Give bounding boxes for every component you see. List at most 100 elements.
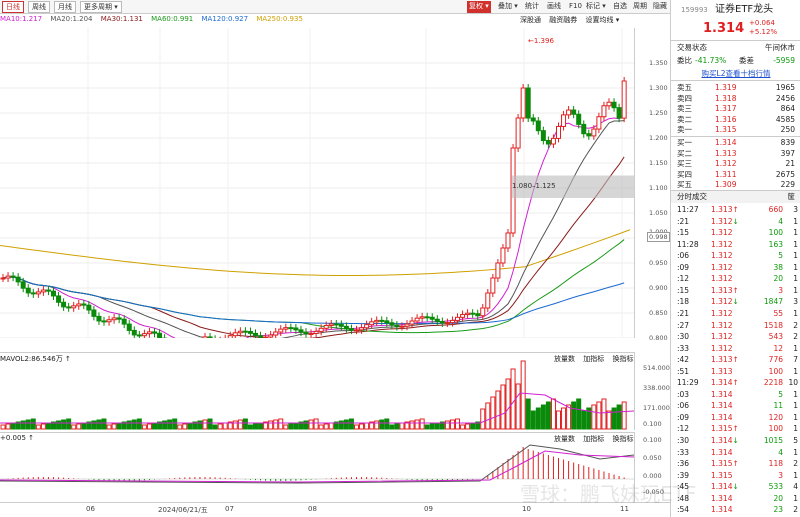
tick-volume: 533 bbox=[768, 482, 783, 492]
tab-weekly[interactable]: 周线 bbox=[28, 1, 50, 13]
margin-toggle[interactable]: 融资融券 bbox=[549, 16, 577, 24]
ask-volume: 4585 bbox=[775, 114, 795, 124]
tick-time: 11:29 bbox=[677, 378, 699, 388]
tick-price-wrap: 1.314↓ bbox=[711, 435, 739, 446]
volume-bar bbox=[525, 398, 531, 430]
tick-row: :21 1.312↓ 4 1 bbox=[671, 216, 800, 227]
candle-body bbox=[581, 123, 587, 135]
volume-bar bbox=[348, 418, 354, 430]
ma250-line bbox=[0, 229, 631, 276]
candle-body bbox=[379, 319, 385, 322]
volume-bar bbox=[596, 401, 602, 430]
tick-count: 1 bbox=[793, 366, 798, 376]
ask-price[interactable]: 1.319 bbox=[715, 82, 736, 93]
tab-more-periods[interactable]: 更多周期 ▾ bbox=[80, 1, 122, 13]
tick-arrow-icon: ↑ bbox=[732, 459, 739, 469]
volume-bar bbox=[131, 419, 137, 430]
bid-price[interactable]: 1.314 bbox=[715, 137, 736, 148]
tick-row: :36 1.315↑ 118 2 bbox=[671, 458, 800, 469]
tick-time: :09 bbox=[677, 412, 690, 422]
price-tick: 1.200 bbox=[649, 134, 668, 142]
volume-bar bbox=[621, 401, 627, 430]
f10-button[interactable]: F10 bbox=[567, 1, 584, 13]
volume-bar bbox=[71, 424, 77, 430]
tick-count: 3 bbox=[793, 205, 798, 214]
volume-bar bbox=[76, 423, 82, 430]
tick-price: 1.315 bbox=[711, 424, 733, 434]
tick-price: 1.312 bbox=[711, 216, 733, 226]
candle-body bbox=[318, 327, 324, 332]
tick-price: 1.313 bbox=[711, 285, 733, 295]
tick-row: :12 1.312 20 1 bbox=[671, 273, 800, 284]
tick-price-wrap: 1.315↑ bbox=[711, 423, 739, 434]
tick-row: :06 1.314 11 1 bbox=[671, 400, 800, 411]
volume-bar bbox=[601, 398, 607, 430]
tick-row: 11:29 1.314↑ 2218 10 bbox=[671, 377, 800, 388]
bid-price[interactable]: 1.312 bbox=[715, 158, 736, 169]
candle-body bbox=[25, 287, 31, 294]
period-button[interactable]: 周期 bbox=[631, 1, 649, 13]
tick-time: :21 bbox=[677, 308, 690, 318]
volume-bar bbox=[490, 396, 496, 430]
candle-body bbox=[550, 137, 556, 145]
volume-bar bbox=[247, 424, 253, 430]
volume-bar bbox=[25, 419, 31, 430]
tick-arrow-icon: ↓ bbox=[732, 216, 739, 226]
candle-body bbox=[237, 330, 243, 334]
tick-time: :12 bbox=[677, 274, 690, 284]
volume-bar bbox=[455, 418, 460, 430]
bid-price[interactable]: 1.309 bbox=[715, 179, 736, 190]
tick-price: 1.312 bbox=[711, 320, 733, 330]
candle-body bbox=[152, 331, 157, 334]
ask-price[interactable]: 1.317 bbox=[715, 103, 736, 114]
tab-daily[interactable]: 日线 bbox=[2, 1, 24, 13]
bid-price[interactable]: 1.311 bbox=[715, 169, 736, 180]
candle-body bbox=[414, 317, 420, 322]
overlay-button[interactable]: 叠加 ▾ bbox=[496, 1, 520, 13]
ask-price[interactable]: 1.316 bbox=[715, 114, 736, 125]
ask-price[interactable]: 1.315 bbox=[715, 124, 736, 135]
candle-body bbox=[359, 327, 365, 331]
tick-count: 1 bbox=[793, 343, 798, 353]
candlestick-chart[interactable]: ←1.396 1.080–1.125 ←0.787 bbox=[0, 28, 634, 338]
tick-volume: 120 bbox=[768, 412, 783, 422]
tick-count: 1 bbox=[793, 412, 798, 422]
l2-link[interactable]: 购买L2查看十档行情 bbox=[671, 68, 800, 79]
ma-settings-button[interactable]: 设置均线 ▾ bbox=[585, 16, 619, 24]
tick-count: 4 bbox=[793, 482, 798, 492]
northbound-toggle[interactable]: 深股通 bbox=[520, 16, 541, 24]
draw-button[interactable]: 画线 bbox=[545, 1, 563, 13]
tick-arrow-icon: ↑ bbox=[732, 355, 739, 365]
hide-button[interactable]: 隐藏 bbox=[651, 1, 669, 13]
ticks-expand-button[interactable]: 筐 bbox=[788, 191, 796, 202]
ask-row: 卖五 1.319 1965 bbox=[671, 82, 800, 93]
ask-price[interactable]: 1.318 bbox=[715, 93, 736, 104]
tick-price: 1.312 bbox=[711, 251, 733, 261]
candle-body bbox=[66, 306, 72, 309]
tab-monthly[interactable]: 月线 bbox=[54, 1, 76, 13]
candle-body bbox=[273, 331, 279, 336]
range-annotation: 1.080–1.125 bbox=[512, 182, 556, 190]
volume-bar bbox=[111, 423, 117, 430]
watchlist-button[interactable]: 自选 bbox=[611, 1, 629, 13]
bid-level-label: 买一 bbox=[677, 138, 692, 147]
tick-arrow-icon: ↑ bbox=[732, 424, 739, 434]
tick-count: 1 bbox=[793, 228, 798, 238]
macd-tick: 0.100 bbox=[643, 436, 662, 444]
volume-bar bbox=[106, 424, 112, 430]
tick-row: :33 1.314 4 1 bbox=[671, 447, 800, 458]
stats-button[interactable]: 统计 bbox=[523, 1, 541, 13]
volume-bar bbox=[207, 418, 213, 430]
bid-price[interactable]: 1.313 bbox=[715, 148, 736, 159]
candle-body bbox=[525, 87, 531, 119]
tick-row: :30 1.314↓ 1015 5 bbox=[671, 435, 800, 446]
candle-body bbox=[374, 319, 380, 323]
adjust-button[interactable]: 复权 ▾ bbox=[467, 1, 491, 13]
tick-count: 1 bbox=[793, 216, 798, 226]
volume-bar bbox=[576, 398, 582, 430]
volume-bar bbox=[449, 419, 455, 430]
ticks-header: 分时成交 筐 bbox=[671, 191, 800, 203]
tick-time: :03 bbox=[677, 389, 690, 399]
tick-row: :51 1.313 100 1 bbox=[671, 366, 800, 377]
mark-button[interactable]: 标记 ▾ bbox=[584, 1, 608, 13]
